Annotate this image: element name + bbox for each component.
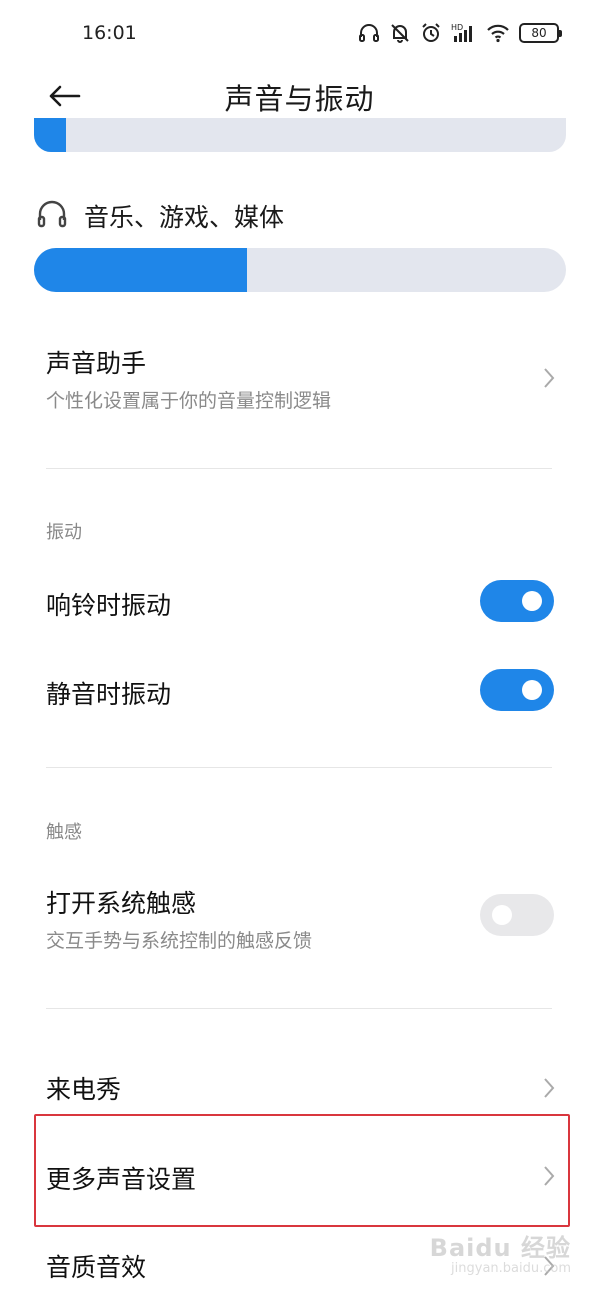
- sound-assistant-subtitle: 个性化设置属于你的音量控制逻辑: [46, 390, 332, 412]
- silent-vibrate-toggle[interactable]: [480, 669, 554, 711]
- system-haptics-subtitle: 交互手势与系统控制的触感反馈: [46, 930, 313, 952]
- battery-level: 80: [531, 26, 547, 40]
- volume-slider-top-fill: [34, 118, 66, 152]
- ring-vibrate-item: 响铃时振动: [46, 586, 556, 626]
- battery-icon: 80: [519, 23, 562, 43]
- divider: [46, 468, 552, 469]
- baidu-watermark: Baidu 经验 jingyan.baidu.com: [430, 1228, 571, 1276]
- volume-slider-top[interactable]: [34, 118, 566, 152]
- media-volume-slider[interactable]: [34, 248, 566, 292]
- sound-assistant-item[interactable]: 声音助手 个性化设置属于你的音量控制逻辑: [46, 344, 556, 414]
- hd-signal-icon: HD: [451, 22, 477, 44]
- ring-vibrate-toggle[interactable]: [480, 580, 554, 622]
- system-haptics-toggle[interactable]: [480, 894, 554, 936]
- chevron-right-icon: [544, 1078, 555, 1098]
- section-header-vibration: 振动: [46, 522, 82, 543]
- toggle-knob: [522, 591, 542, 611]
- mute-bell-icon: [389, 22, 411, 44]
- status-time: 16:01: [82, 22, 137, 44]
- divider: [46, 767, 552, 768]
- toggle-knob: [492, 905, 512, 925]
- wifi-icon: [486, 23, 510, 43]
- status-bar: 16:01 HD 80: [0, 0, 599, 64]
- section-header-haptics: 触感: [46, 822, 82, 843]
- caller-show-label: 来电秀: [46, 1075, 122, 1104]
- status-icons: HD 80: [358, 18, 562, 48]
- watermark-logo-text: Baidu 经验: [429, 1234, 571, 1262]
- divider: [46, 1008, 552, 1009]
- watermark-url: jingyan.baidu.com: [451, 1261, 571, 1276]
- page-title: 声音与振动: [224, 82, 375, 116]
- media-volume-label: 音乐、游戏、媒体: [84, 203, 285, 232]
- alarm-icon: [420, 22, 442, 44]
- chevron-right-icon: [544, 368, 555, 388]
- svg-text:HD: HD: [451, 23, 463, 32]
- sound-assistant-title: 声音助手: [46, 349, 147, 378]
- headphones-icon: [36, 198, 68, 234]
- silent-vibrate-item: 静音时振动: [46, 675, 556, 715]
- media-volume-slider-fill: [34, 248, 247, 292]
- media-volume-row: 音乐、游戏、媒体: [36, 196, 284, 236]
- caller-show-item[interactable]: 来电秀: [46, 1070, 556, 1110]
- highlight-annotation-box: [34, 1114, 570, 1227]
- toggle-knob: [522, 680, 542, 700]
- headphones-icon: [358, 22, 380, 44]
